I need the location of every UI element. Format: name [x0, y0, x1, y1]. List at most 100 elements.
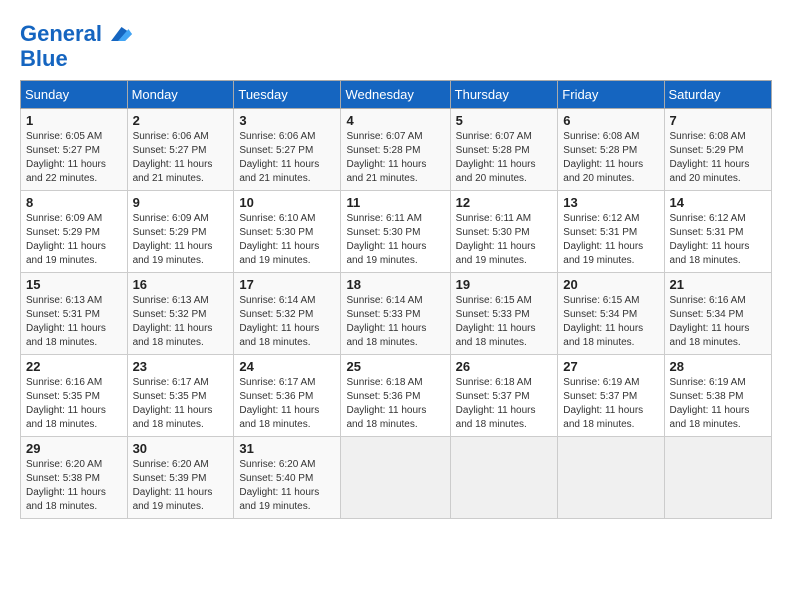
- day-number: 5: [456, 113, 553, 128]
- logo-text: General: [20, 22, 102, 46]
- day-number: 23: [133, 359, 229, 374]
- day-info: Sunrise: 6:20 AM Sunset: 5:38 PM Dayligh…: [26, 458, 122, 514]
- header-day-sunday: Sunday: [21, 81, 128, 109]
- calendar-cell: 4 Sunrise: 6:07 AM Sunset: 5:28 PM Daylig…: [341, 109, 450, 191]
- calendar-cell: 1 Sunrise: 6:05 AM Sunset: 5:27 PM Daylig…: [21, 109, 128, 191]
- logo-blue: Blue: [20, 48, 132, 70]
- day-info: Sunrise: 6:15 AM Sunset: 5:33 PM Dayligh…: [456, 294, 553, 350]
- calendar-table: SundayMondayTuesdayWednesdayThursdayFrid…: [20, 80, 772, 519]
- calendar-cell: 7 Sunrise: 6:08 AM Sunset: 5:29 PM Daylig…: [664, 109, 771, 191]
- calendar-cell: [664, 437, 771, 519]
- calendar-cell: [341, 437, 450, 519]
- day-info: Sunrise: 6:08 AM Sunset: 5:28 PM Dayligh…: [563, 130, 658, 186]
- day-number: 8: [26, 195, 122, 210]
- calendar-cell: 23 Sunrise: 6:17 AM Sunset: 5:35 PM Dayli…: [127, 355, 234, 437]
- day-number: 24: [239, 359, 335, 374]
- calendar-cell: [558, 437, 664, 519]
- calendar-cell: 6 Sunrise: 6:08 AM Sunset: 5:28 PM Daylig…: [558, 109, 664, 191]
- calendar-cell: 14 Sunrise: 6:12 AM Sunset: 5:31 PM Dayli…: [664, 191, 771, 273]
- day-info: Sunrise: 6:05 AM Sunset: 5:27 PM Dayligh…: [26, 130, 122, 186]
- day-info: Sunrise: 6:11 AM Sunset: 5:30 PM Dayligh…: [346, 212, 444, 268]
- day-number: 7: [670, 113, 766, 128]
- logo: General Blue: [20, 20, 132, 70]
- calendar-cell: 29Sunrise: 6:20 AM Sunset: 5:38 PM Dayli…: [21, 437, 128, 519]
- page-header: General Blue: [20, 20, 772, 70]
- calendar-week-2: 8Sunrise: 6:09 AM Sunset: 5:29 PM Daylig…: [21, 191, 772, 273]
- day-info: Sunrise: 6:14 AM Sunset: 5:32 PM Dayligh…: [239, 294, 335, 350]
- day-number: 26: [456, 359, 553, 374]
- calendar-cell: 11Sunrise: 6:11 AM Sunset: 5:30 PM Dayli…: [341, 191, 450, 273]
- day-number: 13: [563, 195, 658, 210]
- day-info: Sunrise: 6:15 AM Sunset: 5:34 PM Dayligh…: [563, 294, 658, 350]
- day-number: 20: [563, 277, 658, 292]
- calendar-cell: 13 Sunrise: 6:12 AM Sunset: 5:31 PM Dayli…: [558, 191, 664, 273]
- day-info: Sunrise: 6:06 AM Sunset: 5:27 PM Dayligh…: [133, 130, 229, 186]
- day-info: Sunrise: 6:10 AM Sunset: 5:30 PM Dayligh…: [239, 212, 335, 268]
- calendar-cell: [450, 437, 558, 519]
- day-number: 18: [346, 277, 444, 292]
- calendar-cell: 8Sunrise: 6:09 AM Sunset: 5:29 PM Daylig…: [21, 191, 128, 273]
- day-number: 9: [133, 195, 229, 210]
- calendar-cell: 27 Sunrise: 6:19 AM Sunset: 5:37 PM Dayli…: [558, 355, 664, 437]
- header-day-friday: Friday: [558, 81, 664, 109]
- day-number: 27: [563, 359, 658, 374]
- day-info: Sunrise: 6:06 AM Sunset: 5:27 PM Dayligh…: [239, 130, 335, 186]
- day-number: 15: [26, 277, 122, 292]
- day-number: 6: [563, 113, 658, 128]
- day-info: Sunrise: 6:20 AM Sunset: 5:40 PM Dayligh…: [239, 458, 335, 514]
- calendar-cell: 9Sunrise: 6:09 AM Sunset: 5:29 PM Daylig…: [127, 191, 234, 273]
- calendar-week-4: 22Sunrise: 6:16 AM Sunset: 5:35 PM Dayli…: [21, 355, 772, 437]
- day-number: 2: [133, 113, 229, 128]
- day-number: 19: [456, 277, 553, 292]
- day-number: 30: [133, 441, 229, 456]
- day-info: Sunrise: 6:19 AM Sunset: 5:37 PM Dayligh…: [563, 376, 658, 432]
- day-info: Sunrise: 6:18 AM Sunset: 5:37 PM Dayligh…: [456, 376, 553, 432]
- day-info: Sunrise: 6:17 AM Sunset: 5:35 PM Dayligh…: [133, 376, 229, 432]
- day-info: Sunrise: 6:07 AM Sunset: 5:28 PM Dayligh…: [346, 130, 444, 186]
- day-number: 25: [346, 359, 444, 374]
- day-number: 10: [239, 195, 335, 210]
- calendar-cell: 15 Sunrise: 6:13 AM Sunset: 5:31 PM Dayli…: [21, 273, 128, 355]
- calendar-body: 1 Sunrise: 6:05 AM Sunset: 5:27 PM Daylig…: [21, 109, 772, 519]
- day-number: 28: [670, 359, 766, 374]
- calendar-cell: 10 Sunrise: 6:10 AM Sunset: 5:30 PM Dayli…: [234, 191, 341, 273]
- day-number: 14: [670, 195, 766, 210]
- day-info: Sunrise: 6:18 AM Sunset: 5:36 PM Dayligh…: [346, 376, 444, 432]
- calendar-cell: 31Sunrise: 6:20 AM Sunset: 5:40 PM Dayli…: [234, 437, 341, 519]
- header-day-thursday: Thursday: [450, 81, 558, 109]
- calendar-cell: 2 Sunrise: 6:06 AM Sunset: 5:27 PM Daylig…: [127, 109, 234, 191]
- header-day-wednesday: Wednesday: [341, 81, 450, 109]
- calendar-cell: 21 Sunrise: 6:16 AM Sunset: 5:34 PM Dayli…: [664, 273, 771, 355]
- logo-icon: [104, 20, 132, 48]
- calendar-cell: 28 Sunrise: 6:19 AM Sunset: 5:38 PM Dayli…: [664, 355, 771, 437]
- calendar-cell: 30 Sunrise: 6:20 AM Sunset: 5:39 PM Dayli…: [127, 437, 234, 519]
- calendar-cell: 25 Sunrise: 6:18 AM Sunset: 5:36 PM Dayli…: [341, 355, 450, 437]
- day-info: Sunrise: 6:07 AM Sunset: 5:28 PM Dayligh…: [456, 130, 553, 186]
- calendar-cell: 12 Sunrise: 6:11 AM Sunset: 5:30 PM Dayli…: [450, 191, 558, 273]
- day-info: Sunrise: 6:13 AM Sunset: 5:32 PM Dayligh…: [133, 294, 229, 350]
- day-number: 4: [346, 113, 444, 128]
- day-info: Sunrise: 6:19 AM Sunset: 5:38 PM Dayligh…: [670, 376, 766, 432]
- day-info: Sunrise: 6:12 AM Sunset: 5:31 PM Dayligh…: [563, 212, 658, 268]
- day-info: Sunrise: 6:14 AM Sunset: 5:33 PM Dayligh…: [346, 294, 444, 350]
- day-number: 21: [670, 277, 766, 292]
- calendar-cell: 24 Sunrise: 6:17 AM Sunset: 5:36 PM Dayli…: [234, 355, 341, 437]
- header-day-saturday: Saturday: [664, 81, 771, 109]
- day-info: Sunrise: 6:17 AM Sunset: 5:36 PM Dayligh…: [239, 376, 335, 432]
- day-info: Sunrise: 6:13 AM Sunset: 5:31 PM Dayligh…: [26, 294, 122, 350]
- day-number: 16: [133, 277, 229, 292]
- calendar-cell: 19 Sunrise: 6:15 AM Sunset: 5:33 PM Dayli…: [450, 273, 558, 355]
- calendar-cell: 22Sunrise: 6:16 AM Sunset: 5:35 PM Dayli…: [21, 355, 128, 437]
- calendar-cell: 26 Sunrise: 6:18 AM Sunset: 5:37 PM Dayli…: [450, 355, 558, 437]
- calendar-week-1: 1 Sunrise: 6:05 AM Sunset: 5:27 PM Daylig…: [21, 109, 772, 191]
- day-info: Sunrise: 6:11 AM Sunset: 5:30 PM Dayligh…: [456, 212, 553, 268]
- day-info: Sunrise: 6:12 AM Sunset: 5:31 PM Dayligh…: [670, 212, 766, 268]
- day-number: 1: [26, 113, 122, 128]
- calendar-week-5: 29Sunrise: 6:20 AM Sunset: 5:38 PM Dayli…: [21, 437, 772, 519]
- day-number: 12: [456, 195, 553, 210]
- day-info: Sunrise: 6:08 AM Sunset: 5:29 PM Dayligh…: [670, 130, 766, 186]
- day-info: Sunrise: 6:20 AM Sunset: 5:39 PM Dayligh…: [133, 458, 229, 514]
- day-info: Sunrise: 6:16 AM Sunset: 5:34 PM Dayligh…: [670, 294, 766, 350]
- calendar-cell: 16 Sunrise: 6:13 AM Sunset: 5:32 PM Dayli…: [127, 273, 234, 355]
- day-info: Sunrise: 6:16 AM Sunset: 5:35 PM Dayligh…: [26, 376, 122, 432]
